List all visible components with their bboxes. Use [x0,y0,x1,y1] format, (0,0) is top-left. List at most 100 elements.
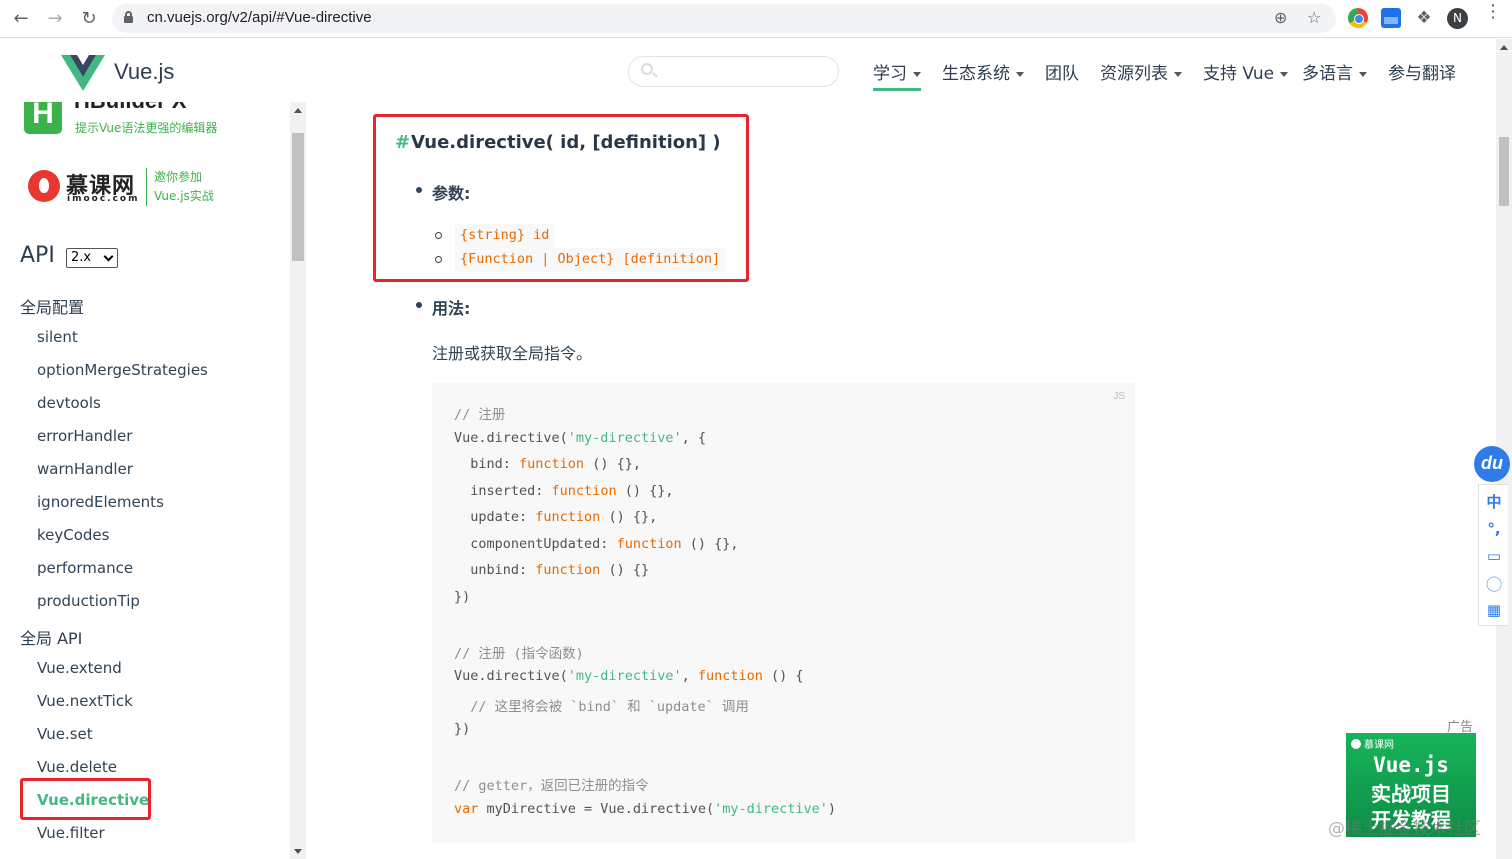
address-bar[interactable]: cn.vuejs.org/v2/api/#Vue-directive ⊕ ☆ [112,4,1336,33]
code-line: update: function () {}, [454,509,658,525]
vue-logo-icon[interactable] [61,55,105,91]
sidebar-section-global-config[interactable]: 全局配置 [20,294,84,318]
code-line: inserted: function () {}, [454,482,674,499]
user-icon[interactable]: ◯ [1485,574,1503,592]
sidebar-item[interactable]: productionTip [37,592,140,610]
caret-down-icon [1359,71,1367,77]
star-icon[interactable]: ☆ [1307,8,1321,27]
watermark-text: @稀土掘金技术社区 [1328,819,1481,839]
sidebar-item[interactable]: performance [37,559,133,577]
puzzle-icon[interactable]: ❖ [1414,8,1434,28]
code-line: }) [454,721,471,737]
sidebar-item[interactable]: Vue.set [37,725,93,743]
imooc-ad-text-2[interactable]: Vue.js实战 [154,187,214,204]
logo-text[interactable]: Vue.js [114,59,174,85]
url-text[interactable]: cn.vuejs.org/v2/api/#Vue-directive [147,9,372,26]
imooc-ad-divider [146,168,147,206]
sidebar-item[interactable]: ignoredElements [37,493,164,511]
sidebar: HBuilder X 提示Vue语法更强的编辑器 慕课网 imooc.com 邀… [0,102,290,859]
sidebar-scrollbar-thumb[interactable] [292,133,304,261]
chinese-input-icon[interactable]: 中 [1485,493,1503,511]
hbuilder-ad-subtitle[interactable]: 提示Vue语法更强的编辑器 [75,119,217,136]
sidebar-item[interactable]: errorHandler [37,427,132,445]
nav-label: 多语言 [1302,64,1353,84]
caret-down-icon [1174,71,1182,77]
code-block: JS // 注册 Vue.directive('my-directive', { … [432,383,1135,843]
code-line: unbind: function () {} [454,562,650,578]
caret-down-icon [1280,71,1289,77]
imooc-logo-icon[interactable] [28,170,60,202]
profile-avatar[interactable]: N [1447,8,1468,29]
chrome-ext-icon[interactable] [1348,8,1368,28]
bullet-icon [416,302,422,308]
sidebar-item[interactable]: silent [37,328,78,346]
nav-label: 资源列表 [1100,64,1168,84]
back-icon[interactable]: ← [10,8,32,30]
api-title: API [20,243,55,268]
forward-icon[interactable]: → [44,8,66,30]
code-line: // getter，返回已注册的指令 [454,778,649,794]
version-select[interactable]: 2.x [66,248,118,268]
sidebar-section-global-api[interactable]: 全局 API [20,625,82,649]
nav-team[interactable]: 团队 [1045,59,1079,84]
sidebar-item[interactable]: Vue.extend [37,659,122,677]
scroll-down-arrow-icon[interactable] [294,849,302,854]
caret-down-icon [913,71,921,77]
code-language-tag: JS [1113,391,1125,402]
nav-label: 学习 [873,64,907,84]
ad-brand: 慕课网 [1351,736,1394,751]
imooc-ad-domain[interactable]: imooc.com [67,194,139,204]
caret-down-icon [1016,71,1024,77]
site-header: Vue.js 学习 生态系统 团队 资源列表 支持 Vue 多语言 参与翻译 [0,39,1496,102]
usage-description: 注册或获取全局指令。 [432,344,593,363]
keyboard-icon[interactable]: ▭ [1485,547,1503,565]
search-box[interactable] [628,56,839,87]
lock-icon[interactable] [124,11,133,23]
usage-label: 用法: [432,299,471,318]
image-ext-icon[interactable] [1381,8,1401,28]
code-line: var myDirective = Vue.directive('my-dire… [454,800,837,817]
code-line: }) [454,588,471,605]
annotation-highlight-box [20,778,151,820]
nav-ecosystem[interactable]: 生态系统 [942,59,1024,84]
search-icon [641,63,653,75]
sidebar-item[interactable]: devtools [37,394,101,412]
nav-label: 支持 Vue [1203,64,1275,84]
grid-icon[interactable]: ▦ [1485,601,1503,619]
ad-line-1: Vue.js [1373,753,1449,777]
sidebar-item[interactable]: Vue.filter [37,824,105,842]
code-line: componentUpdated: function () {}, [454,535,739,552]
hbuilder-logo-icon[interactable] [24,102,62,134]
sidebar-item[interactable]: optionMergeStrategies [37,361,208,379]
nav-translate[interactable]: 参与翻译 [1388,59,1456,84]
reload-icon[interactable]: ↻ [78,8,100,30]
nav-label: 团队 [1045,64,1079,84]
du-translate-button[interactable]: du [1474,446,1510,482]
code-line: // 这里将会被 `bind` 和 `update` 调用 [454,698,749,715]
nav-languages[interactable]: 多语言 [1302,59,1367,84]
search-input[interactable] [659,61,829,83]
version-value: 2.x [71,250,92,265]
nav-support[interactable]: 支持 Vue [1203,59,1289,84]
code-line: // 注册 [454,407,506,423]
nav-learn[interactable]: 学习 [873,59,921,91]
punctuation-icon[interactable]: °, [1485,520,1503,538]
hbuilder-ad-title[interactable]: HBuilder X [74,102,186,114]
sidebar-item[interactable]: warnHandler [37,460,133,478]
imooc-ad-text-1[interactable]: 邀你参加 [154,168,202,185]
code-line: // 注册 (指令函数) [454,645,584,662]
install-icon[interactable]: ⊕ [1274,8,1287,27]
main-content: # Vue.directive( id, [definition] ) 参数: … [306,102,1496,859]
scroll-up-arrow-icon[interactable] [294,108,302,113]
browser-toolbar: ← → ↻ cn.vuejs.org/v2/api/#Vue-directive… [0,0,1512,38]
page-scroll-up-icon[interactable] [1500,45,1508,50]
page-scrollbar-thumb[interactable] [1499,137,1509,206]
menu-icon[interactable]: ⋮ [1484,3,1502,21]
sidebar-item[interactable]: Vue.delete [37,758,117,776]
nav-resources[interactable]: 资源列表 [1100,59,1182,84]
sidebar-item[interactable]: Vue.nextTick [37,692,133,710]
usage-label-text: 用法 [432,299,465,318]
code-line: bind: function () {}, [454,456,641,472]
sidebar-item[interactable]: keyCodes [37,526,109,544]
nav-label: 参与翻译 [1388,64,1456,84]
